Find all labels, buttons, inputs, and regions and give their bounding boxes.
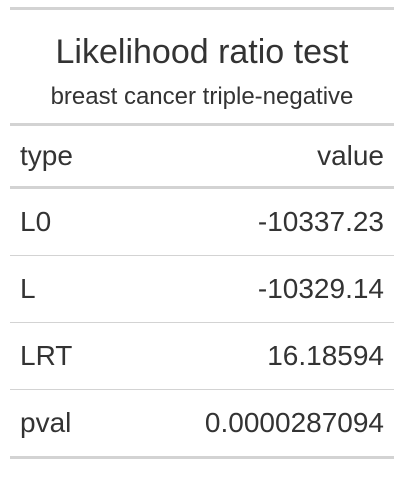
table-row: pval 0.0000287094 (10, 390, 394, 456)
row-type-cell: L (20, 273, 36, 304)
column-header-type: type (20, 140, 73, 171)
column-header-row: type value (10, 126, 394, 186)
table-row: LRT 16.18594 (10, 323, 394, 389)
likelihood-ratio-table: Likelihood ratio test breast cancer trip… (10, 7, 394, 459)
column-header-value: value (317, 140, 384, 171)
table-row: L0 -10337.23 (10, 189, 394, 255)
table-title: Likelihood ratio test (10, 10, 394, 71)
row-value-cell: 0.0000287094 (204, 407, 384, 438)
table-subtitle: breast cancer triple-negative (50, 83, 354, 110)
row-type-cell: L0 (20, 206, 52, 237)
table-bottom-rule (10, 456, 394, 459)
row-type-cell: pval (20, 407, 72, 438)
row-value-cell: -10329.14 (257, 273, 384, 304)
row-type-cell: LRT (20, 340, 73, 371)
row-value-cell: -10337.23 (257, 206, 384, 237)
table-title-text: Likelihood ratio test (55, 33, 349, 71)
table-row: L -10329.14 (10, 256, 394, 322)
row-value-cell: 16.18594 (267, 340, 384, 371)
